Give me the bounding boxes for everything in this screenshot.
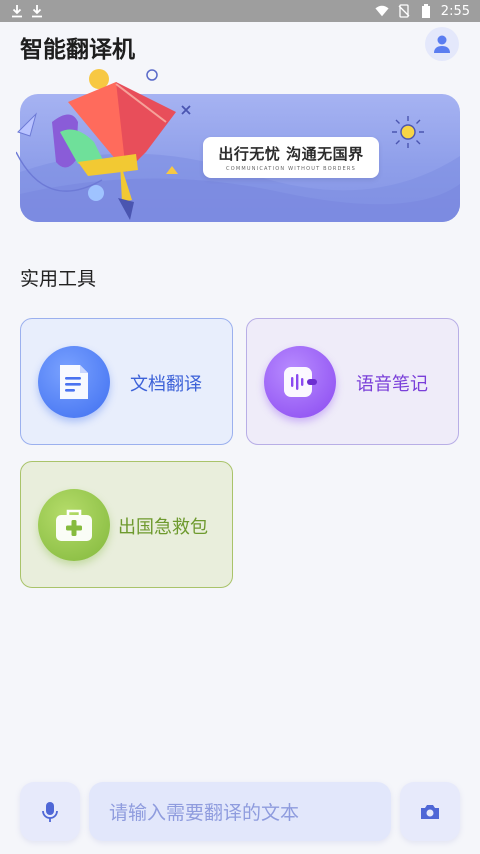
tool-card-voice-notes[interactable]: 语音笔记 xyxy=(246,318,459,445)
tool-label: 文档翻译 xyxy=(130,374,202,395)
translation-text-input[interactable]: 请输入需要翻译的文本 xyxy=(89,782,391,841)
first-aid-kit-icon-badge xyxy=(38,489,110,561)
text-input-placeholder: 请输入需要翻译的文本 xyxy=(109,802,300,824)
app-title: 智能翻译机 xyxy=(20,37,135,63)
camera-icon xyxy=(421,804,439,819)
document-icon-badge xyxy=(38,346,110,418)
status-time: 2:55 xyxy=(440,3,470,19)
banner-subtitle: COMMUNICATION WITHOUT BORDERS xyxy=(226,166,356,172)
profile-button[interactable] xyxy=(425,27,459,61)
user-icon xyxy=(434,35,450,53)
camera-translate-button[interactable] xyxy=(400,782,460,841)
section-title: 实用工具 xyxy=(20,268,97,290)
document-icon xyxy=(60,365,88,399)
voice-note-icon xyxy=(284,367,317,397)
download-icon xyxy=(32,5,42,18)
voice-input-button[interactable] xyxy=(20,782,80,841)
download-icon xyxy=(12,5,22,18)
status-bar: 2:55 xyxy=(0,0,480,22)
wifi-icon xyxy=(375,5,389,17)
voice-note-icon-badge xyxy=(264,346,336,418)
tool-card-first-aid-kit[interactable]: 出国急救包 xyxy=(20,461,233,588)
traveler-illustration xyxy=(16,69,191,220)
no-sim-icon xyxy=(398,4,410,18)
first-aid-kit-icon xyxy=(56,509,92,541)
banner-slogan-bubble: 出行无忧 沟通无国界 COMMUNICATION WITHOUT BORDERS xyxy=(203,137,379,178)
lightbulb-icon xyxy=(392,116,424,148)
tool-label: 语音笔记 xyxy=(356,374,428,395)
tool-card-document-translation[interactable]: 文档翻译 xyxy=(20,318,233,445)
battery-icon xyxy=(421,4,430,18)
banner-slogan: 出行无忧 沟通无国界 xyxy=(218,145,364,163)
microphone-icon xyxy=(42,801,58,822)
tool-label: 出国急救包 xyxy=(118,517,208,538)
